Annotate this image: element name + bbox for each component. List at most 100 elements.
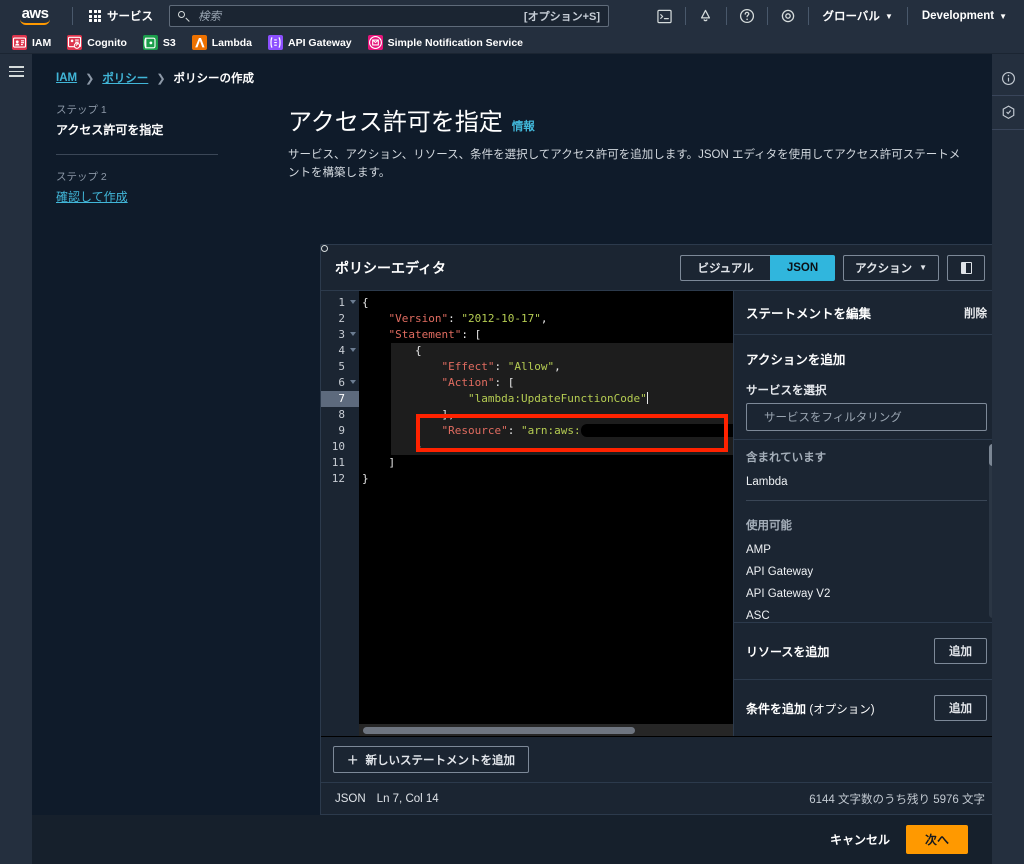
next-button[interactable]: 次へ [906, 825, 968, 854]
menu-toggle-icon[interactable] [9, 66, 24, 77]
line-number-gutter: 123456789101112 [321, 291, 359, 736]
favorite-label: Cognito [87, 37, 127, 49]
editor-split-container: 123456789101112 { "Version": "2012-10-17… [321, 291, 992, 736]
step-1: ステップ 1 アクセス許可を指定 [56, 102, 256, 138]
info-link[interactable]: 情報 [512, 118, 535, 134]
shield-hex-icon[interactable] [992, 96, 1024, 130]
add-new-statement-label: 新しいステートメントを追加 [366, 752, 516, 768]
add-condition-label-text: 条件を追加 [746, 702, 806, 716]
horizontal-scrollbar[interactable] [359, 724, 733, 736]
code-line: "Statement": [ [359, 327, 733, 343]
service-filter-placeholder: サービスをフィルタリング [764, 409, 902, 425]
split-view-icon[interactable] [947, 255, 985, 281]
help-icon[interactable] [732, 0, 762, 32]
service-list-scrollbar[interactable] [989, 444, 992, 618]
code-line: ], [359, 407, 733, 423]
nav-divider [72, 7, 73, 25]
account-label: Development [922, 10, 994, 22]
favorite-label: Simple Notification Service [388, 37, 523, 49]
horizontal-scrollbar-thumb[interactable] [363, 727, 635, 734]
line-number: 7 [321, 391, 359, 407]
bell-icon[interactable] [691, 0, 721, 32]
code-line: { [359, 295, 733, 311]
add-resource-row: リソースを追加 追加 [734, 622, 992, 679]
delete-statement-button[interactable]: 削除 [964, 305, 987, 321]
add-condition-optional: (オプション) [809, 704, 874, 716]
region-label: グローバル [823, 8, 880, 24]
json-status-bar: JSON Ln 7, Col 14 6144 文字数のうち残り 5976 文字 [321, 782, 992, 814]
favorite-iam[interactable]: IAM [12, 35, 51, 50]
add-condition-button[interactable]: 追加 [934, 695, 987, 721]
cancel-button[interactable]: キャンセル [830, 831, 890, 848]
aws-logo[interactable]: aws [6, 8, 64, 25]
fold-arrow-icon[interactable] [350, 300, 356, 304]
service-list[interactable]: 含まれています Lambda 使用可能 AMP API Gateway API … [734, 439, 992, 622]
favorite-sns[interactable]: Simple Notification Service [368, 35, 523, 50]
list-item[interactable]: Lambda [734, 471, 992, 493]
left-rail [0, 54, 32, 864]
fold-arrow-icon[interactable] [350, 380, 356, 384]
code-line: "Effect": "Allow", [359, 359, 733, 375]
tab-json[interactable]: JSON [770, 255, 835, 281]
service-list-scrollbar-thumb[interactable] [989, 444, 992, 466]
step-2[interactable]: ステップ 2 確認して作成 [56, 169, 256, 205]
region-selector[interactable]: グローバル ▼ [814, 8, 902, 24]
code-line: { [359, 343, 733, 359]
nav-divider [767, 7, 768, 25]
list-item[interactable]: AMP [734, 539, 992, 561]
code-line: } [359, 471, 733, 487]
search-input[interactable]: 検索 [オプション+S] [169, 5, 609, 27]
code-line: ] [359, 455, 733, 471]
step-2-number: ステップ 2 [56, 169, 256, 184]
line-number: 4 [321, 343, 359, 359]
breadcrumb-item-0[interactable]: IAM [56, 72, 77, 84]
json-status-left: JSON Ln 7, Col 14 [335, 793, 809, 805]
actions-dropdown-label: アクション [855, 260, 912, 276]
fold-arrow-icon[interactable] [350, 332, 356, 336]
info-circle-icon[interactable] [992, 62, 1024, 96]
nav-divider [726, 7, 727, 25]
redacted-arn-block [581, 424, 733, 437]
add-resource-button[interactable]: 追加 [934, 638, 987, 664]
favorite-s3[interactable]: S3 [143, 35, 176, 50]
cloudshell-icon[interactable] [650, 0, 680, 32]
policy-editor-header: ポリシーエディタ ビジュアル JSON アクション ▼ [321, 245, 992, 291]
policy-editor-card: ポリシーエディタ ビジュアル JSON アクション ▼ 123456789101… [320, 244, 992, 849]
services-menu-button[interactable]: サービス [81, 4, 161, 28]
gear-icon[interactable] [773, 0, 803, 32]
step-2-title[interactable]: 確認して作成 [56, 188, 256, 205]
tab-visual[interactable]: ビジュアル [680, 255, 769, 281]
favorite-api-gateway[interactable]: API Gateway [268, 35, 352, 50]
nav-divider [907, 7, 908, 25]
code-line: } [359, 439, 733, 455]
line-number: 1 [321, 295, 359, 311]
fold-arrow-icon[interactable] [350, 348, 356, 352]
line-number: 10 [321, 439, 359, 455]
code-content[interactable]: { "Version": "2012-10-17", "Statement": … [359, 295, 733, 487]
favorite-label: Lambda [212, 37, 252, 49]
favorite-lambda[interactable]: Lambda [192, 35, 252, 50]
actions-dropdown-button[interactable]: アクション ▼ [843, 255, 939, 281]
page-title: アクセス許可を指定 情報 [288, 102, 968, 137]
list-item[interactable]: API Gateway V2 [734, 583, 992, 605]
line-number: 3 [321, 327, 359, 343]
json-code-editor[interactable]: 123456789101112 { "Version": "2012-10-17… [321, 291, 733, 736]
add-new-statement-button[interactable]: ＋ 新しいステートメントを追加 [333, 746, 529, 773]
plus-icon: ＋ [347, 752, 359, 768]
list-item[interactable]: API Gateway [734, 561, 992, 583]
breadcrumb-item-1[interactable]: ポリシー [102, 70, 148, 86]
services-menu-label: サービス [107, 8, 153, 24]
list-item[interactable]: ASC [734, 605, 992, 622]
line-number: 5 [321, 359, 359, 375]
add-resource-label: リソースを追加 [746, 643, 934, 660]
wizard-footer: キャンセル 次へ [32, 815, 992, 864]
account-selector[interactable]: Development ▼ [913, 10, 1016, 22]
step-1-number: ステップ 1 [56, 102, 256, 117]
chevron-down-icon: ▼ [999, 12, 1007, 21]
service-filter-input[interactable]: サービスをフィルタリング [746, 403, 987, 431]
code-line: "Version": "2012-10-17", [359, 311, 733, 327]
json-format-label: JSON [335, 793, 366, 805]
text-cursor [647, 392, 648, 404]
favorite-cognito[interactable]: Cognito [67, 35, 127, 50]
line-number: 2 [321, 311, 359, 327]
